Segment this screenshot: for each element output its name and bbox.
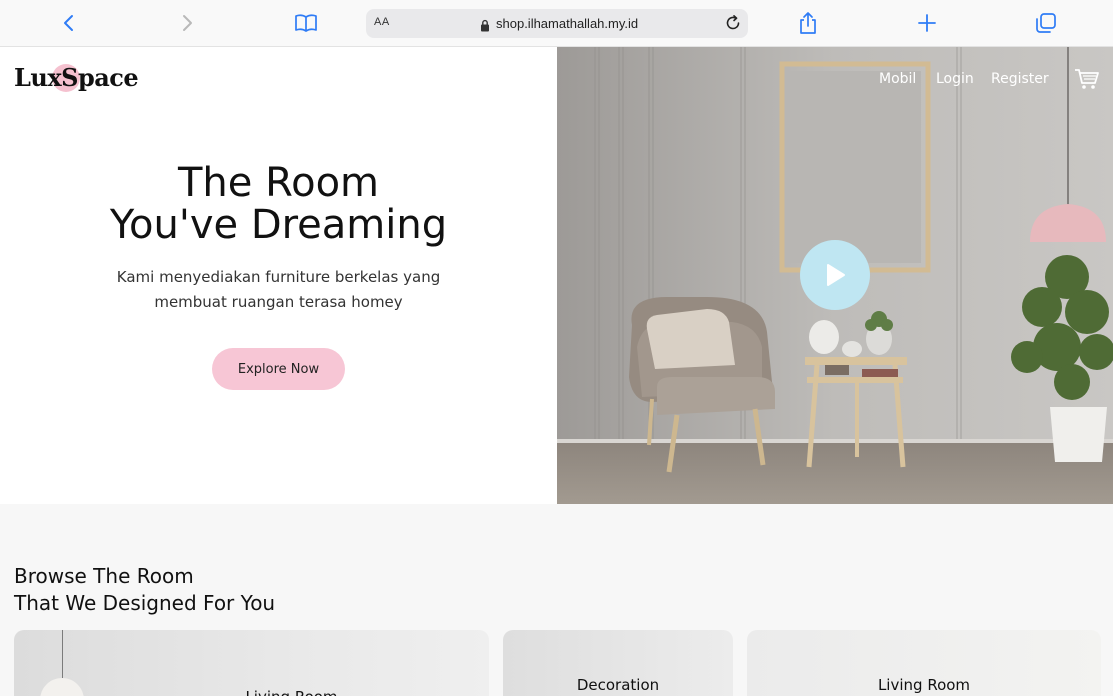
browse-title-line-2: That We Designed For You	[14, 591, 276, 615]
browser-toolbar: AA shop.ilhamathallah.my.id	[0, 0, 1113, 47]
reload-icon[interactable]	[724, 14, 742, 36]
nav-item-login[interactable]: Login	[936, 71, 974, 87]
room-card-label: Living Room	[877, 676, 971, 694]
browse-section-title: Browse The Room That We Designed For You	[14, 563, 275, 617]
hero-title-line-1: The Room	[177, 160, 379, 206]
address-bar[interactable]: AA shop.ilhamathallah.my.id	[366, 9, 748, 38]
room-card-living-room-2[interactable]: Living Room	[747, 630, 1101, 696]
logo[interactable]: LuxSpace	[14, 63, 139, 92]
browse-title-line-1: Browse The Room	[14, 564, 194, 588]
room-card-label: Living Room	[54, 688, 489, 696]
hero-subtitle: Kami menyediakan furniture berkelas yang…	[0, 265, 557, 315]
hero-subtitle-line-1: Kami menyediakan furniture berkelas yang	[116, 268, 441, 286]
new-tab-icon[interactable]	[914, 10, 940, 36]
tabs-icon[interactable]	[1033, 10, 1059, 36]
play-button[interactable]	[800, 240, 870, 310]
hero-image: Mobil Login Register	[557, 47, 1113, 504]
text-size-button[interactable]: AA	[374, 16, 390, 28]
play-icon	[827, 264, 845, 286]
explore-now-button[interactable]: Explore Now	[212, 348, 345, 390]
hero-subtitle-line-2: membuat ruangan terasa homey	[154, 293, 403, 311]
hero-section: LuxSpace The Room You've Dreaming Kami m…	[0, 47, 557, 504]
lamp-cord	[62, 630, 63, 678]
room-card-label: Decoration	[576, 676, 660, 694]
nav-item-register[interactable]: Register	[991, 71, 1049, 87]
back-icon[interactable]	[56, 10, 82, 36]
room-card-decoration[interactable]: Decoration	[503, 630, 733, 696]
hero-title-line-2: You've Dreaming	[109, 202, 448, 248]
forward-icon[interactable]	[174, 10, 200, 36]
lock-icon	[480, 17, 490, 36]
cart-icon[interactable]	[1074, 67, 1100, 95]
nav-item-mobil[interactable]: Mobil	[879, 71, 916, 87]
bookmarks-icon[interactable]	[293, 10, 319, 36]
share-icon[interactable]	[795, 10, 821, 36]
room-card-living-room[interactable]: Living Room	[14, 630, 489, 696]
hero-title: The Room You've Dreaming	[0, 162, 557, 246]
url-text[interactable]: shop.ilhamathallah.my.id	[496, 16, 638, 31]
